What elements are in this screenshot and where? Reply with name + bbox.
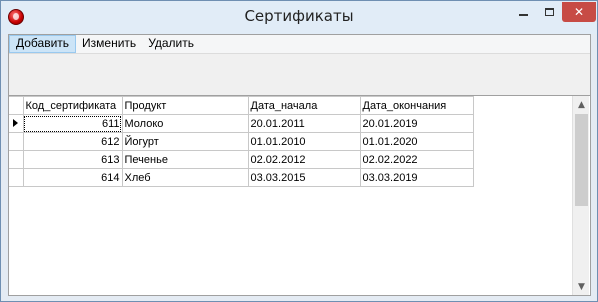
- application-window: Сертификаты ✕ Добавить Изменить Удалить …: [0, 0, 598, 302]
- cell-end-date[interactable]: 02.02.2022: [359, 150, 474, 169]
- window-title: Сертификаты: [244, 7, 354, 25]
- cell-end-date[interactable]: 01.01.2020: [359, 132, 474, 151]
- toolbar-panel: [9, 53, 590, 95]
- cell-start-date[interactable]: 03.03.2015: [247, 168, 361, 187]
- title-bar[interactable]: Сертификаты ✕: [1, 1, 597, 34]
- table-row[interactable]: 611 Молоко 20.01.2011 20.01.2019: [9, 114, 474, 133]
- maximize-button[interactable]: [536, 2, 562, 22]
- row-header[interactable]: [9, 114, 24, 133]
- menu-item-add[interactable]: Добавить: [9, 35, 77, 53]
- cell-start-date[interactable]: 01.01.2010: [247, 132, 361, 151]
- row-header-corner[interactable]: [9, 96, 24, 115]
- chevron-up-icon: ▲: [578, 99, 585, 110]
- column-header-id[interactable]: Код_сертификата: [22, 96, 123, 115]
- scroll-up-button[interactable]: ▲: [573, 96, 590, 113]
- cell-id[interactable]: 613: [22, 150, 123, 169]
- header-row: Код_сертификата Продукт Дата_начала Дата…: [9, 96, 474, 115]
- row-header[interactable]: [9, 150, 24, 169]
- menu-item-delete[interactable]: Удалить: [142, 35, 200, 53]
- cell-product[interactable]: Йогурт: [121, 132, 249, 151]
- table-row[interactable]: 613 Печенье 02.02.2012 02.02.2022: [9, 150, 474, 169]
- row-header[interactable]: [9, 132, 24, 151]
- cell-start-date[interactable]: 02.02.2012: [247, 150, 361, 169]
- cell-product[interactable]: Молоко: [121, 114, 249, 133]
- current-row-arrow-icon: [13, 118, 18, 127]
- menu-bar: Добавить Изменить Удалить: [9, 35, 590, 53]
- scroll-down-button[interactable]: ▼: [573, 278, 590, 295]
- client-area: Добавить Изменить Удалить Код_сертификат…: [8, 34, 591, 296]
- minimize-icon: [518, 14, 528, 16]
- column-header-start-date[interactable]: Дата_начала: [247, 96, 361, 115]
- cell-end-date[interactable]: 20.01.2019: [359, 114, 474, 133]
- close-icon: ✕: [573, 5, 585, 19]
- cell-id[interactable]: 612: [22, 132, 123, 151]
- column-header-end-date[interactable]: Дата_окончания: [359, 96, 474, 115]
- cell-product[interactable]: Хлеб: [121, 168, 249, 187]
- maximize-icon: [544, 8, 554, 16]
- certificates-grid[interactable]: Код_сертификата Продукт Дата_начала Дата…: [9, 95, 590, 295]
- chevron-down-icon: ▼: [578, 281, 585, 292]
- column-header-product[interactable]: Продукт: [121, 96, 249, 115]
- close-button[interactable]: ✕: [562, 2, 596, 22]
- minimize-button[interactable]: [510, 2, 536, 22]
- cell-end-date[interactable]: 03.03.2019: [359, 168, 474, 187]
- table-row[interactable]: 614 Хлеб 03.03.2015 03.03.2019: [9, 168, 474, 187]
- scroll-thumb[interactable]: [575, 114, 588, 206]
- row-header[interactable]: [9, 168, 24, 187]
- data-table: Код_сертификата Продукт Дата_начала Дата…: [9, 96, 474, 187]
- vertical-scrollbar[interactable]: ▲ ▼: [572, 96, 589, 295]
- cell-product[interactable]: Печенье: [121, 150, 249, 169]
- cell-id[interactable]: 611: [22, 114, 123, 133]
- menu-item-edit[interactable]: Изменить: [76, 35, 142, 53]
- cell-start-date[interactable]: 20.01.2011: [247, 114, 361, 133]
- cell-id[interactable]: 614: [22, 168, 123, 187]
- table-row[interactable]: 612 Йогурт 01.01.2010 01.01.2020: [9, 132, 474, 151]
